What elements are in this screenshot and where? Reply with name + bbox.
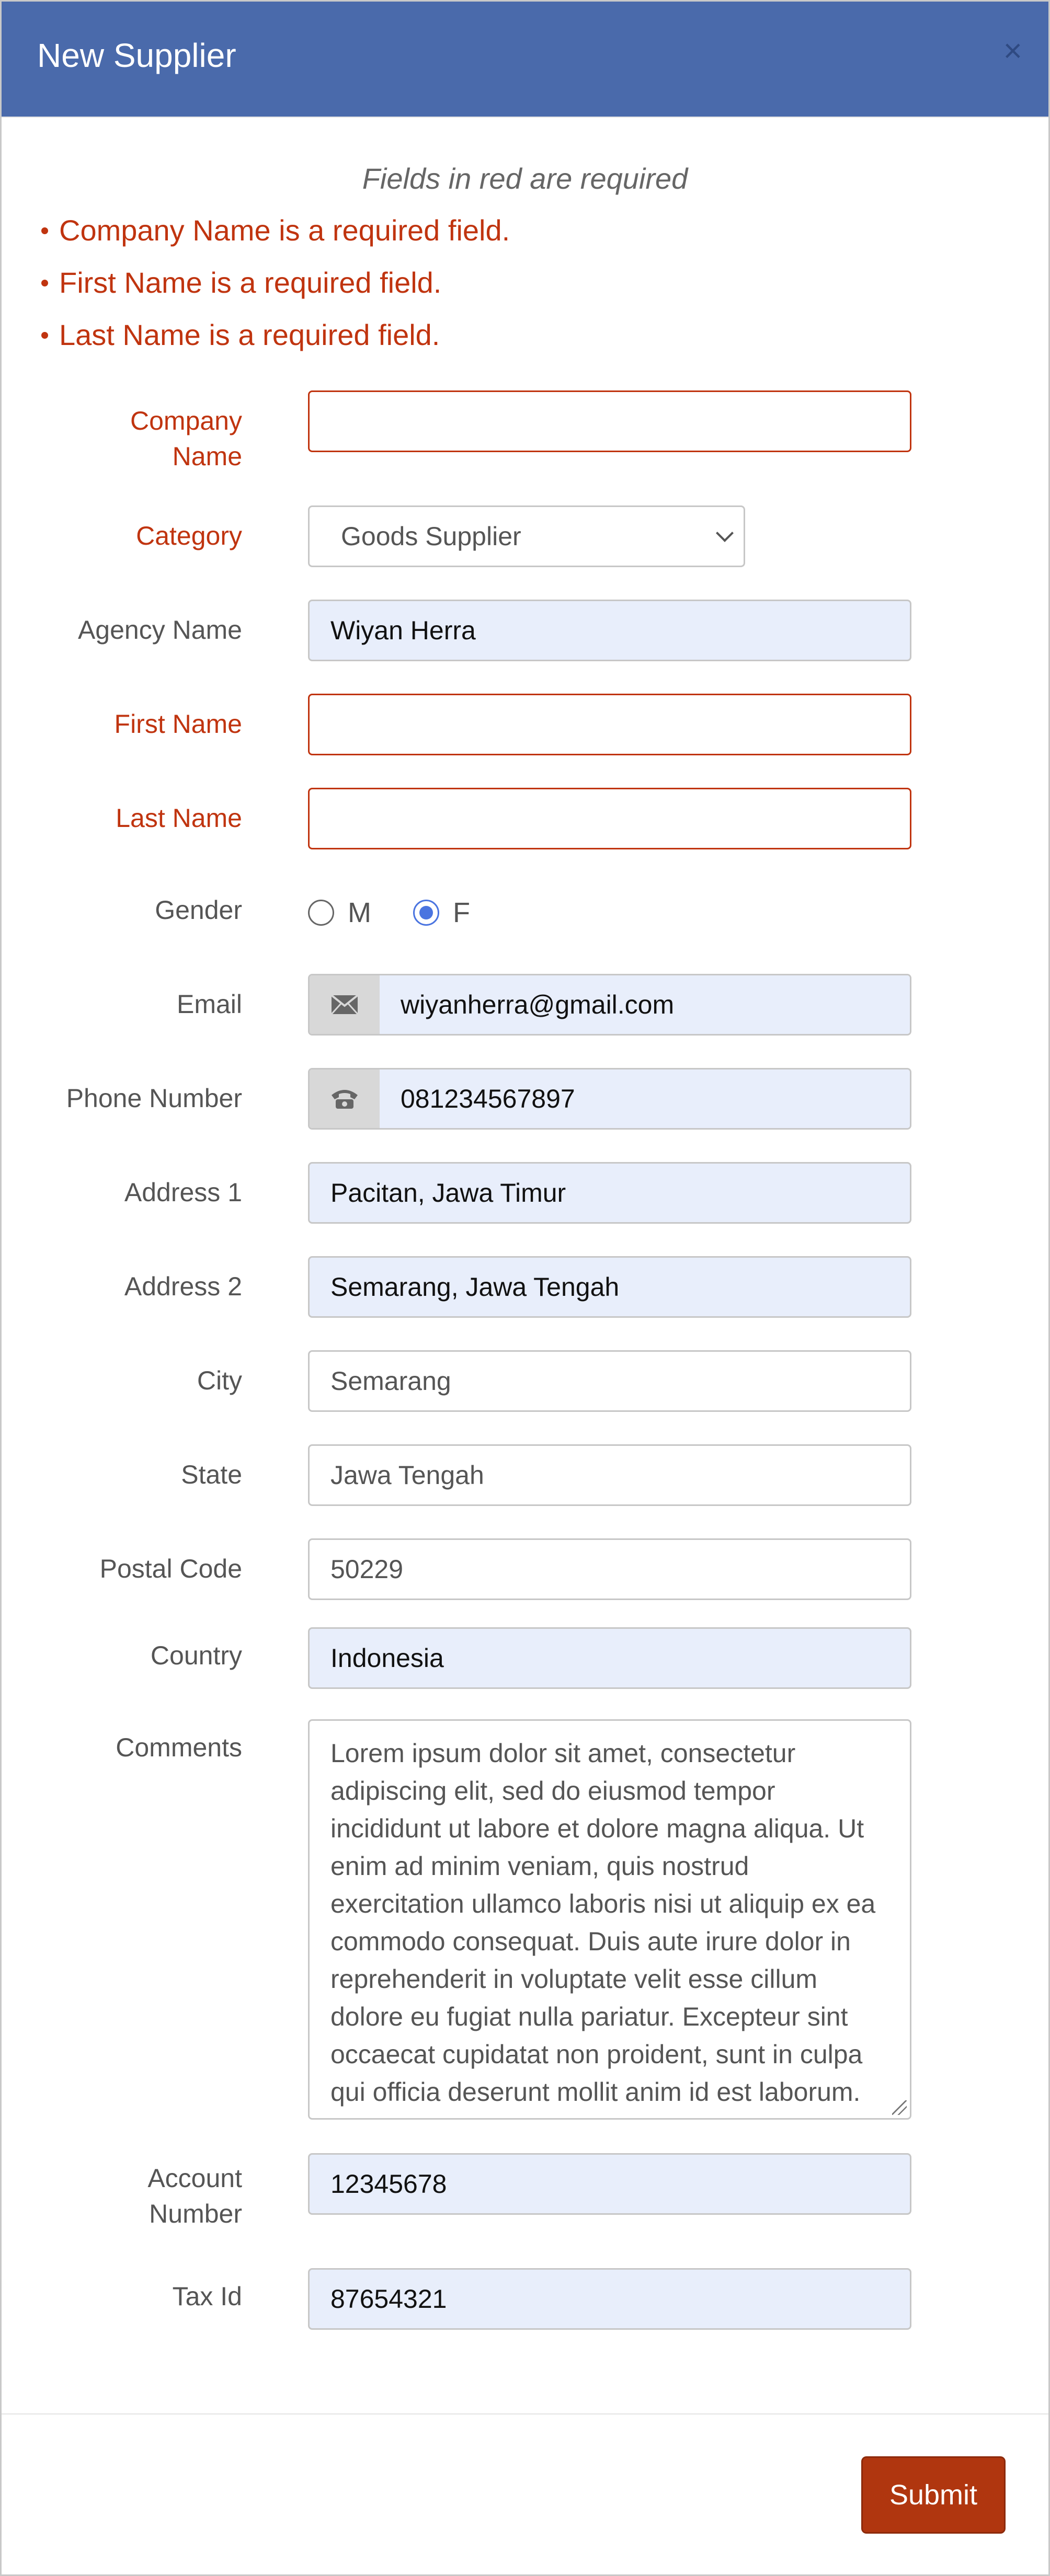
postal-code-input[interactable]: 50229: [308, 1538, 911, 1600]
submit-button[interactable]: Submit: [861, 2456, 1006, 2534]
state-input[interactable]: Jawa Tengah: [308, 1444, 911, 1506]
address2-label: Address 2: [124, 1272, 242, 1301]
category-select[interactable]: Goods Supplier: [308, 505, 745, 567]
gender-label: Gender: [155, 895, 242, 925]
header-divider: [2, 117, 1048, 118]
first-name-label: First Name: [114, 709, 242, 739]
tax-id-input[interactable]: 87654321: [308, 2268, 911, 2330]
last-name-label: Last Name: [116, 803, 242, 833]
phone-label: Phone Number: [66, 1084, 242, 1113]
postal-code-label: Postal Code: [99, 1554, 242, 1583]
country-input[interactable]: Indonesia: [308, 1627, 911, 1689]
envelope-icon: [310, 975, 380, 1034]
company-name-input[interactable]: [308, 390, 911, 452]
category-label: Category: [136, 521, 242, 550]
agency-name-label: Agency Name: [77, 615, 242, 645]
address2-input[interactable]: Semarang, Jawa Tengah: [308, 1256, 911, 1318]
error-item: Last Name is a required field.: [41, 314, 510, 366]
phone-input[interactable]: 081234567897: [380, 1070, 910, 1128]
phone-icon: [310, 1070, 380, 1128]
email-field: wiyanherra@gmail.com: [308, 974, 911, 1036]
close-button[interactable]: ×: [1003, 35, 1022, 67]
error-list: Company Name is a required field. First …: [41, 210, 510, 366]
error-item: First Name is a required field.: [41, 262, 510, 314]
phone-field: 081234567897: [308, 1068, 911, 1130]
gender-radio-m-label: M: [348, 897, 371, 928]
state-label: State: [181, 1460, 242, 1489]
account-number-input[interactable]: 12345678: [308, 2153, 911, 2215]
gender-radio-group: M F: [308, 896, 512, 929]
modal-title: New Supplier: [37, 37, 236, 74]
error-item: Company Name is a required field.: [41, 210, 510, 262]
comments-label: Comments: [116, 1733, 242, 1762]
address1-label: Address 1: [124, 1178, 242, 1207]
gender-radio-f-label: F: [452, 897, 470, 928]
address1-input[interactable]: Pacitan, Jawa Timur: [308, 1162, 911, 1224]
gender-radio-m[interactable]: [308, 900, 334, 926]
modal-header: New Supplier ×: [2, 2, 1048, 117]
agency-name-input[interactable]: Wiyan Herra: [308, 600, 911, 661]
city-input[interactable]: Semarang: [308, 1350, 911, 1412]
new-supplier-modal: New Supplier × Fields in red are require…: [0, 0, 1050, 2576]
first-name-input[interactable]: [308, 694, 911, 755]
comments-textarea[interactable]: Lorem ipsum dolor sit amet, consectetur …: [308, 1719, 911, 2120]
city-label: City: [197, 1366, 242, 1395]
email-label: Email: [176, 990, 242, 1019]
tax-id-label: Tax Id: [172, 2282, 242, 2311]
gender-radio-f[interactable]: [413, 900, 439, 926]
chevron-down-icon: [716, 524, 734, 542]
country-label: Country: [150, 1641, 242, 1670]
account-number-label: Account Number: [147, 2164, 242, 2228]
category-selected-value: Goods Supplier: [341, 522, 521, 551]
required-note: Fields in red are required: [362, 162, 688, 195]
comments-text: Lorem ipsum dolor sit amet, consectetur …: [330, 1739, 876, 2107]
resize-handle-icon[interactable]: [892, 2100, 907, 2115]
email-input[interactable]: wiyanherra@gmail.com: [380, 975, 910, 1034]
footer-divider: [2, 2413, 1048, 2414]
company-name-label: Company Name: [130, 406, 242, 471]
last-name-input[interactable]: [308, 788, 911, 849]
